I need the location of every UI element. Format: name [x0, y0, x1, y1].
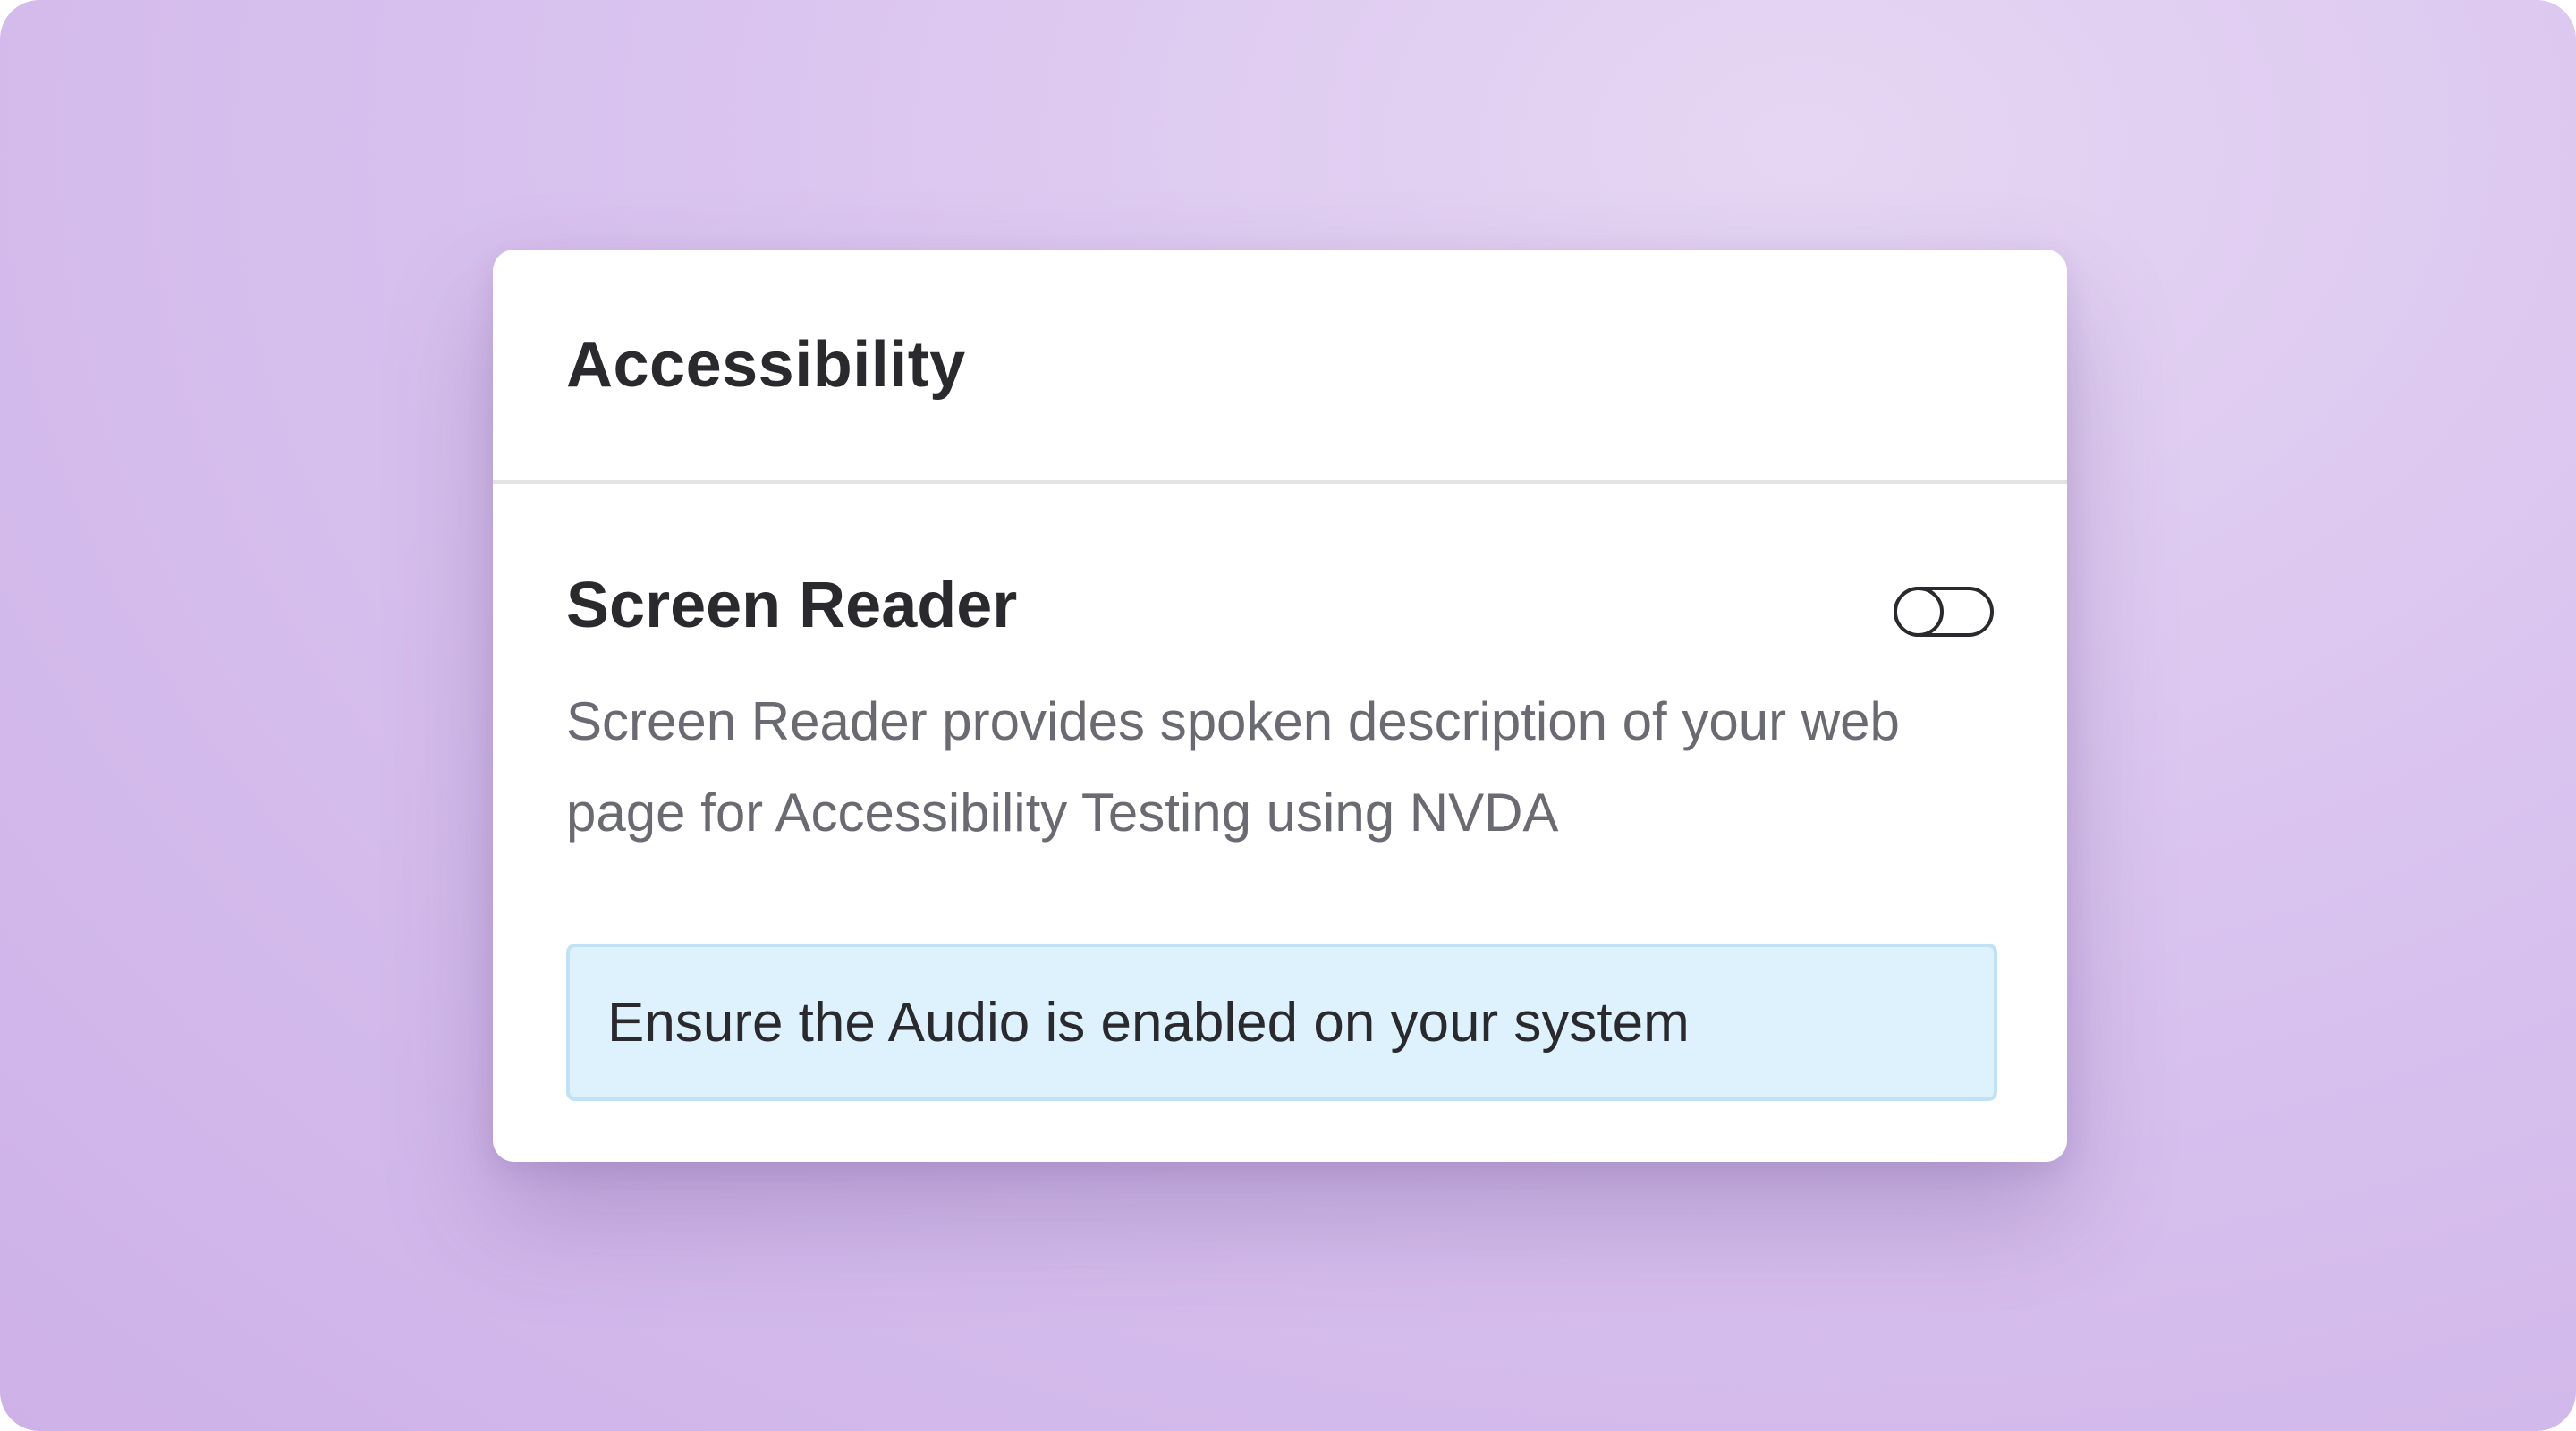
- toggle-knob: [1894, 587, 1944, 637]
- panel-body: Screen Reader Screen Reader provides spo…: [493, 569, 2067, 1101]
- panel-header: Accessibility: [493, 250, 2067, 484]
- panel-title: Accessibility: [566, 329, 966, 401]
- screen-reader-row: Screen Reader: [566, 569, 1994, 642]
- audio-notice-text: Ensure the Audio is enabled on your syst…: [607, 991, 1690, 1054]
- screen-reader-description: Screen Reader provides spoken descriptio…: [566, 691, 1900, 843]
- screen-reader-title: Screen Reader: [566, 570, 1018, 641]
- audio-notice: Ensure the Audio is enabled on your syst…: [566, 944, 1997, 1101]
- screen-reader-toggle[interactable]: [1894, 587, 1994, 637]
- purple-backdrop: Accessibility Screen Reader Screen Reade…: [0, 0, 2576, 1431]
- accessibility-panel: Accessibility Screen Reader Screen Reade…: [493, 250, 2067, 1162]
